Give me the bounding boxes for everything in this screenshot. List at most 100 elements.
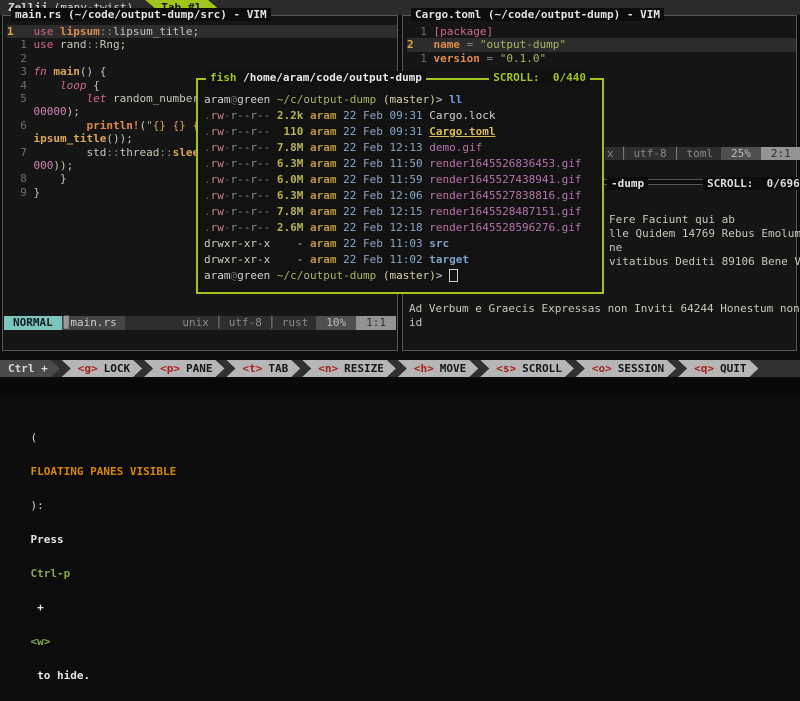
code-line: 2 [7, 52, 397, 65]
keybind-key: <p> [160, 362, 180, 375]
code-text: use rand::Rng; [33, 38, 126, 51]
statusline-position: 2:1 [761, 147, 800, 160]
keybind-hint: <q> QUIT [678, 360, 758, 377]
floating-pane-fish[interactable]: fish /home/aram/code/output-dump SCROLL:… [196, 78, 604, 294]
terminal-line: .rw-r--r-- 6.0M aram 22 Feb 11:59 render… [204, 172, 602, 188]
vim-mode-badge: NORMAL [4, 316, 62, 330]
code-text: 000)); [33, 159, 73, 172]
shell-name: fish [210, 71, 237, 84]
keybind-key: <s> [496, 362, 516, 375]
help-text-segment: + [31, 601, 51, 614]
code-text: fn main() { [33, 65, 106, 78]
keybind-hint: <g>LOCK [62, 360, 142, 377]
terminal-line: .rw-r--r-- 2.6M aram 22 Feb 12:18 render… [204, 220, 602, 236]
help-text-segment: FLOATING PANES VISIBLE [31, 465, 177, 478]
keybind-key: <t> [243, 362, 263, 375]
help-text-segment: ): [31, 499, 51, 512]
zellij-help-line: ( FLOATING PANES VISIBLE ): Press Ctrl-p… [0, 378, 800, 395]
terminal-line: aram@green ~/c/output-dump (master)> ll [204, 92, 602, 108]
keybind-prefix: Ctrl + [0, 360, 60, 377]
keybind-hint: <h>MOVE [398, 360, 478, 377]
code-text: loop { [33, 79, 99, 92]
floating-pane-title: fish /home/aram/code/output-dump [206, 71, 426, 84]
code-line: 2name = "output-dump" [407, 38, 796, 51]
code-text: } [33, 172, 66, 185]
statusline-fileinfo: x │ utf-8 │ toml [605, 147, 721, 160]
code-line: 1version = "0.1.0" [407, 52, 796, 65]
keybind-label: SCROLL [522, 362, 562, 375]
text-fragment: vitatibus Dediti 89106 Bene Viv [609, 255, 800, 268]
code-text: version = "0.1.0" [433, 52, 546, 65]
code-text: ipsum_title()); [33, 132, 132, 145]
line-number: 7 [7, 146, 33, 159]
line-number: 1 [407, 52, 433, 65]
code-line: 1[package] [407, 25, 796, 38]
line-number: 8 [7, 172, 33, 185]
code-line: 1use lipsum::lipsum_title; [7, 25, 397, 38]
code-text: println!("{} {} {}", [33, 119, 218, 132]
help-text-segment: ( [31, 431, 38, 444]
keybind-label: PANE [186, 362, 213, 375]
keybind-label: RESIZE [344, 362, 384, 375]
terminal-line: drwxr-xr-x - aram 22 Feb 11:03 src [204, 236, 602, 252]
terminal-line: drwxr-xr-x - aram 22 Feb 11:02 target [204, 252, 602, 268]
statusline-fileinfo: unix │ utf-8 │ rust [125, 316, 317, 330]
terminal-line: .rw-r--r-- 6.3M aram 22 Feb 12:06 render… [204, 188, 602, 204]
vim-statusline-main-rs: NORMAL ▊main.rs unix │ utf-8 │ rust 10% … [4, 316, 396, 330]
code-text: 00000); [33, 105, 79, 118]
text-fragment: lle Quidem 14769 Rebus Emolumen [609, 227, 800, 240]
code-editor-cargo-toml: 1[package] 2name = "output-dump" 1versio… [403, 16, 796, 65]
statusline-percent: 10% [316, 316, 356, 330]
keybind-key: <n> [318, 362, 338, 375]
statusline-position: 1:1 [356, 316, 396, 330]
line-number: 9 [7, 186, 33, 199]
keybind-key: <o> [592, 362, 612, 375]
code-text: } [33, 186, 40, 199]
keybind-label: QUIT [720, 362, 747, 375]
keybind-hint: <n> RESIZE [302, 360, 396, 377]
line-number: 1 [7, 25, 33, 38]
text-fragment: id [409, 316, 422, 329]
keybind-key: <q> [694, 362, 714, 375]
pane-title-cargo-toml: Cargo.toml (~/code/output-dump) - VIM [411, 8, 664, 21]
terminal-output[interactable]: aram@green ~/c/output-dump (master)> ll … [198, 80, 602, 284]
terminal-line: .rw-r--r-- 6.3M aram 22 Feb 11:50 render… [204, 156, 602, 172]
code-line: 1use rand::Rng; [7, 38, 397, 51]
line-number: 3 [7, 65, 33, 78]
terminal-line: aram@green ~/c/output-dump (master)> [204, 268, 602, 284]
help-text-segment: <w> [31, 635, 51, 648]
terminal-line: .rw-r--r-- 7.8M aram 22 Feb 12:13 demo.g… [204, 140, 602, 156]
line-number: 6 [7, 119, 33, 132]
zellij-keybind-bar: Ctrl + <g>LOCK <p> PANE <t>TAB <n> RESIZE … [0, 360, 800, 377]
scroll-indicator: SCROLL: 0/440 [489, 71, 590, 84]
code-text: use lipsum::lipsum_title; [33, 25, 199, 38]
terminal-line: .rw-r--r-- 2.2k aram 22 Feb 09:31 Cargo.… [204, 108, 602, 124]
terminal-line: .rw-r--r-- 110 aram 22 Feb 09:31 Cargo.t… [204, 124, 602, 140]
line-number: 2 [407, 38, 433, 51]
keybind-hint: <s> SCROLL [480, 360, 574, 377]
vim-statusline-cargo-toml-fragment: x │ utf-8 │ toml 25% 2:1 [605, 147, 791, 160]
keybind-label: SESSION [618, 362, 664, 375]
keybind-key: <g> [78, 362, 98, 375]
statusline-percent: 25% [721, 147, 761, 160]
pane-title-main-rs: main.rs (~/code/output-dump/src) - VIM [11, 8, 271, 21]
keybind-segments: <g>LOCK <p> PANE <t>TAB <n> RESIZE <h>MOVE… [62, 360, 761, 377]
line-number: 4 [7, 79, 33, 92]
line-number: 2 [7, 52, 33, 65]
text-fragment: Ad Verbum e Graecis Expressas non Inviti… [409, 302, 800, 315]
code-text: [package] [433, 25, 493, 38]
help-text-segment: to hide. [31, 669, 91, 682]
code-text: name = "output-dump" [433, 38, 565, 51]
shell-cwd: /home/aram/code/output-dump [237, 71, 422, 84]
keybind-hint: <o> SESSION [576, 360, 676, 377]
line-number: 1 [7, 38, 33, 51]
help-text-segment: Press [31, 533, 71, 546]
statusline-filename: ▊main.rs [62, 316, 125, 330]
text-fragment: Fere Faciunt qui ab [609, 213, 735, 226]
keybind-hint: <p> PANE [144, 360, 224, 377]
text-fragment: ne [609, 241, 622, 254]
keybind-hint: <t>TAB [227, 360, 301, 377]
terminal-line: .rw-r--r-- 7.8M aram 22 Feb 12:15 render… [204, 204, 602, 220]
line-number: 1 [407, 25, 433, 38]
help-text-segment: Ctrl-p [31, 567, 71, 580]
